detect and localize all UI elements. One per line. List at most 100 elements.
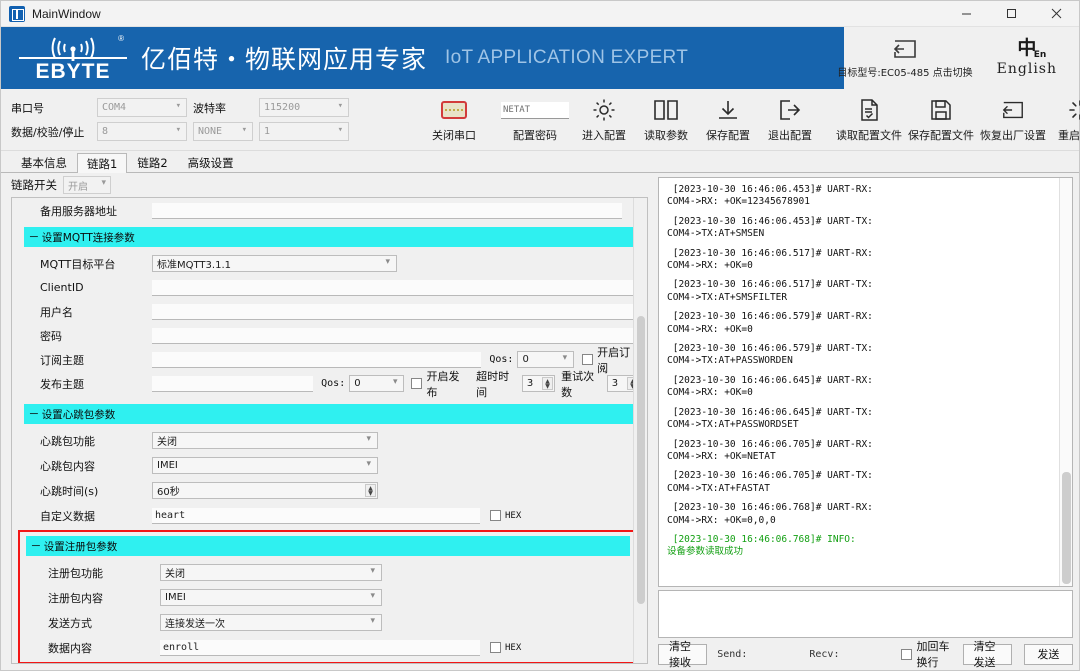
close-serial-button[interactable]: 关闭串口 (423, 92, 485, 148)
enroll-hex-label: HEX (505, 642, 522, 653)
link-switch-select[interactable]: 开启 (63, 176, 111, 194)
restart-device-button[interactable]: 重启设备 (1049, 92, 1080, 148)
document-check-icon (857, 96, 881, 124)
config-scrollbar-thumb[interactable] (637, 316, 645, 604)
timeout-spin-arrows[interactable]: ▲ ▼ (542, 377, 554, 390)
mqtt-section-bar: ─ 设置MQTT连接参数 (24, 227, 634, 247)
mqtt-clientid-row: ClientID (12, 277, 640, 298)
save-config-file-button[interactable]: 保存配置文件 (905, 92, 977, 148)
send-input-box[interactable] (658, 590, 1073, 638)
clear-send-button[interactable]: 清空发送 (962, 640, 1012, 669)
exit-config-button[interactable]: 退出配置 (759, 92, 821, 148)
heartbeat-func-row: 心跳包功能 关闭 (12, 430, 640, 451)
mqtt-clientid-input[interactable] (152, 279, 634, 296)
enroll-hex-checkbox[interactable] (490, 642, 501, 653)
config-password-group[interactable]: 配置密码 (497, 92, 573, 148)
enroll-data-input[interactable] (160, 639, 480, 656)
heartbeat-func-select[interactable]: 关闭 (152, 432, 378, 449)
language-switch[interactable]: 中 En English (996, 39, 1057, 78)
mqtt-publish-input[interactable] (152, 375, 314, 392)
parity-select[interactable]: NONE (193, 122, 253, 141)
close-icon (1051, 8, 1062, 19)
mqtt-platform-select[interactable]: 标准MQTT3.1.1 (152, 255, 397, 272)
clear-receive-button[interactable]: 清空接收 (658, 640, 708, 669)
enroll-data-label: 数据内容 (48, 641, 92, 655)
close-button[interactable] (1034, 1, 1079, 27)
enroll-content-select[interactable]: IMEI (160, 589, 382, 606)
maximize-button[interactable] (989, 1, 1034, 27)
enroll-func-select[interactable]: 关闭 (160, 564, 382, 581)
maximize-icon (1007, 9, 1016, 18)
publish-qos-select[interactable]: 0 (349, 375, 405, 392)
subscribe-enable-checkbox[interactable] (582, 354, 594, 365)
enroll-func-row: 注册包功能 关闭 (20, 562, 634, 583)
heartbeat-time-value: 60秒 (157, 487, 180, 498)
stopbits-select[interactable]: 1 (259, 122, 349, 141)
port-label: 串口号 (11, 101, 44, 115)
restart-device-label: 重启设备 (1058, 129, 1080, 142)
mqtt-password-input[interactable] (152, 327, 634, 344)
enroll-mode-row: 发送方式 连接发送一次 (20, 612, 634, 633)
enter-config-label: 进入配置 (582, 129, 626, 142)
serial-connector-icon (441, 96, 467, 124)
baud-label: 波特率 (193, 101, 226, 115)
close-serial-label: 关闭串口 (432, 129, 476, 142)
publish-enable-checkbox[interactable] (411, 378, 423, 389)
read-config-file-button[interactable]: 读取配置文件 (833, 92, 905, 148)
heartbeat-hex-checkbox[interactable] (490, 510, 501, 521)
crlf-checkbox[interactable] (901, 648, 913, 660)
language-icon: 中 En (1017, 39, 1046, 60)
timeout-spinner[interactable]: 3 ▲ ▼ (521, 375, 556, 392)
tab-basic-info[interactable]: 基本信息 (11, 152, 77, 172)
mqtt-username-label: 用户名 (40, 305, 73, 319)
config-vertical-scrollbar[interactable] (633, 198, 647, 663)
config-password-input[interactable] (501, 101, 569, 119)
enroll-highlight-box: ─ 设置注册包参数 注册包功能 关闭 注册包内容 IMEI 发送方式 (18, 530, 636, 663)
target-model-switch[interactable]: 目标型号:EC05-485 点击切换 (837, 38, 973, 79)
heartbeat-content-select[interactable]: IMEI (152, 457, 378, 474)
banner-title-en: IoT APPLICATION EXPERT (445, 47, 689, 68)
log-entry: [2023-10-30 16:46:06.705]# UART-RX: COM4… (667, 438, 873, 462)
save-config-label: 保存配置 (706, 129, 750, 142)
save-config-button[interactable]: 保存配置 (697, 92, 759, 148)
subscribe-qos-select[interactable]: 0 (517, 351, 575, 368)
ebyte-logo-text: EBYTE (19, 57, 127, 82)
app-icon (9, 5, 25, 22)
ebyte-logo: ® EBYTE (19, 34, 127, 82)
backup-server-input[interactable] (152, 202, 622, 219)
enter-config-button[interactable]: 进入配置 (573, 92, 635, 148)
mqtt-username-input[interactable] (152, 303, 634, 320)
main-toolbar: 串口号 COM4 波特率 115200 数据/校验/停止 8 NONE 1 关闭… (1, 89, 1080, 151)
connector-pins (444, 108, 464, 112)
retry-label: 重试次数 (561, 369, 595, 399)
title-bar: MainWindow (1, 1, 1079, 27)
config-password-input-wrap (501, 96, 569, 124)
read-params-button[interactable]: 读取参数 (635, 92, 697, 148)
tab-link2[interactable]: 链路2 (127, 152, 177, 172)
log-entry: [2023-10-30 16:46:06.453]# UART-RX: COM4… (667, 184, 873, 208)
factory-reset-button[interactable]: 恢复出厂设置 (977, 92, 1049, 148)
send-button[interactable]: 发送 (1023, 643, 1074, 665)
tab-link1[interactable]: 链路1 (77, 153, 128, 173)
minimize-button[interactable] (944, 1, 989, 27)
mqtt-subscribe-row: 订阅主题 Qos: 0 开启订阅 (12, 346, 640, 375)
heartbeat-custom-label: 自定义数据 (40, 509, 95, 523)
crlf-label: 加回车换行 (916, 640, 950, 669)
heartbeat-content-label: 心跳包内容 (40, 459, 95, 473)
registered-mark: ® (118, 34, 124, 43)
mqtt-subscribe-input[interactable] (152, 351, 482, 368)
log-scrollbar-thumb[interactable] (1062, 472, 1071, 584)
heartbeat-time-spin-arrows[interactable]: ▲ ▼ (365, 484, 376, 497)
log-entry: [2023-10-30 16:46:06.579]# UART-TX: COM4… (667, 343, 873, 367)
heartbeat-time-spinner[interactable]: 60秒 ▲ ▼ (152, 482, 378, 499)
databits-select[interactable]: 8 (97, 122, 187, 141)
log-vertical-scrollbar[interactable] (1059, 178, 1072, 586)
language-label: English (996, 61, 1057, 77)
enroll-section-bar: ─ 设置注册包参数 (26, 536, 630, 556)
enroll-mode-select[interactable]: 连接发送一次 (160, 614, 382, 631)
tab-advanced[interactable]: 高级设置 (178, 152, 244, 172)
model-switch-icon (893, 39, 916, 58)
heartbeat-custom-input[interactable] (152, 507, 480, 524)
baud-select[interactable]: 115200 (259, 98, 349, 117)
port-select[interactable]: COM4 (97, 98, 187, 117)
